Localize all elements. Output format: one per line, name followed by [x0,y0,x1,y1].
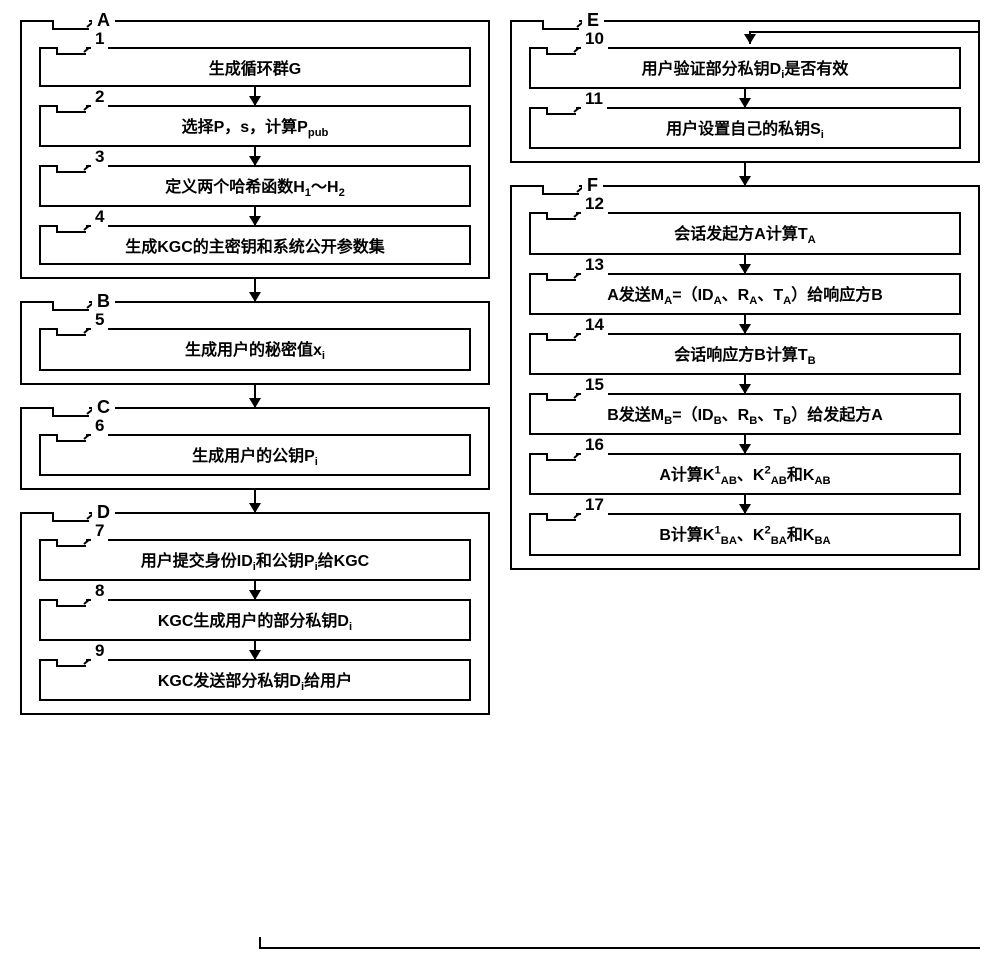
right-column: E 10 用户验证部分私钥Di是否有效 11 用户设置自己的私钥Si F 12 … [510,20,980,715]
step-16: 16 A计算K1AB、K2AB和KAB [529,453,961,495]
group-A: A 1 生成循环群G 2 选择P，s，计算Ppub 3 定义两个哈希函数H1～H… [20,20,490,279]
arrow [744,89,746,107]
group-label-B: B [92,291,115,312]
step-1: 1 生成循环群G [39,47,471,87]
group-F: F 12 会话发起方A计算TA 13 A发送MA=（IDA、RA、TA）给响应方… [510,185,980,569]
arrow [254,87,256,105]
step-12: 12 会话发起方A计算TA [529,212,961,254]
step-9: 9 KGC发送部分私钥Di给用户 [39,659,471,701]
group-label-A: A [92,10,115,31]
arrow [254,147,256,165]
group-label-C: C [92,397,115,418]
arrow [254,490,256,512]
group-C: C 6 生成用户的公钥Pi [20,407,490,490]
step-6: 6 生成用户的公钥Pi [39,434,471,476]
step-7: 7 用户提交身份IDi和公钥Pi给KGC [39,539,471,581]
arrow [254,581,256,599]
arrow [744,315,746,333]
arrow [744,495,746,513]
arrow [254,207,256,225]
arrow [744,163,746,185]
step-11: 11 用户设置自己的私钥Si [529,107,961,149]
group-B: B 5 生成用户的秘密值xi [20,301,490,384]
left-column: A 1 生成循环群G 2 选择P，s，计算Ppub 3 定义两个哈希函数H1～H… [20,20,490,715]
group-E: E 10 用户验证部分私钥Di是否有效 11 用户设置自己的私钥Si [510,20,980,163]
group-label-F: F [582,175,603,196]
arrow [744,255,746,273]
flowchart-container: A 1 生成循环群G 2 选择P，s，计算Ppub 3 定义两个哈希函数H1～H… [20,20,980,715]
group-D: D 7 用户提交身份IDi和公钥Pi给KGC 8 KGC生成用户的部分私钥Di … [20,512,490,716]
step-13: 13 A发送MA=（IDA、RA、TA）给响应方B [529,273,961,315]
step-5: 5 生成用户的秘密值xi [39,328,471,370]
step-10: 10 用户验证部分私钥Di是否有效 [529,47,961,89]
arrow [254,279,256,301]
group-label-E: E [582,10,604,31]
arrow [744,375,746,393]
arrow [254,641,256,659]
arrow [254,385,256,407]
step-8: 8 KGC生成用户的部分私钥Di [39,599,471,641]
step-3: 3 定义两个哈希函数H1～H2 [39,165,471,207]
step-4: 4 生成KGC的主密钥和系统公开参数集 [39,225,471,265]
arrow [744,435,746,453]
group-label-D: D [92,502,115,523]
step-15: 15 B发送MB=（IDB、RB、TB）给发起方A [529,393,961,435]
step-14: 14 会话响应方B计算TB [529,333,961,375]
step-17: 17 B计算K1BA、K2BA和KBA [529,513,961,555]
step-2: 2 选择P，s，计算Ppub [39,105,471,147]
